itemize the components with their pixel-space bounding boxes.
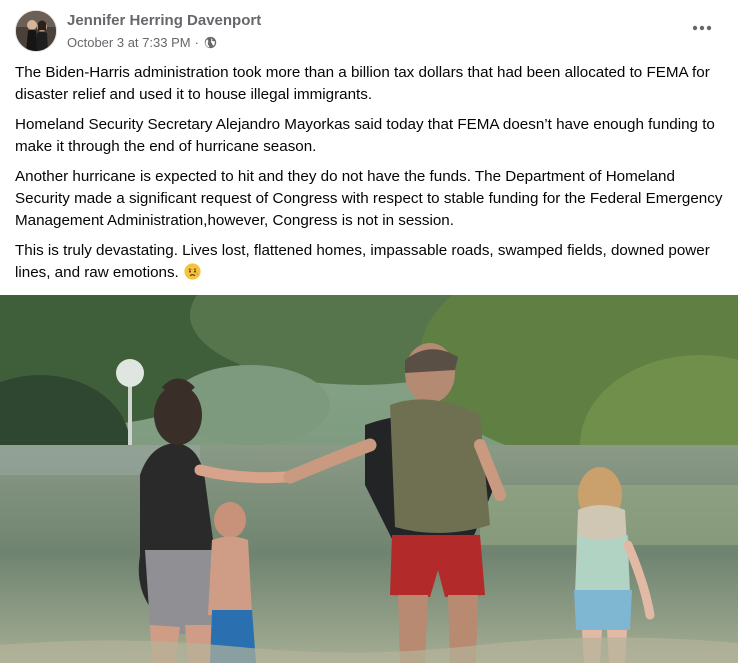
author-name[interactable]: Jennifer Herring Davenport bbox=[67, 12, 261, 29]
facebook-post: Jennifer Herring Davenport October 3 at … bbox=[0, 0, 738, 663]
globe-icon[interactable] bbox=[204, 36, 217, 49]
post-photo[interactable] bbox=[0, 295, 738, 663]
post-paragraph: Homeland Security Secretary Alejandro Ma… bbox=[15, 116, 715, 155]
post-paragraph: The Biden-Harris administration took mor… bbox=[15, 64, 710, 103]
post-paragraph: Another hurricane is expected to hit and… bbox=[15, 168, 723, 229]
avatar[interactable] bbox=[15, 10, 57, 52]
post-paragraph: This is truly devastating. Lives lost, f… bbox=[15, 242, 710, 281]
more-options-button[interactable] bbox=[684, 12, 720, 44]
post-text: The Biden-Harris administration took mor… bbox=[15, 62, 727, 292]
profile-photo bbox=[16, 11, 56, 51]
post-timestamp[interactable]: October 3 at 7:33 PM bbox=[67, 35, 191, 50]
flood-scene-image bbox=[0, 295, 738, 663]
post-meta: October 3 at 7:33 PM · bbox=[67, 35, 217, 50]
post-header: Jennifer Herring Davenport October 3 at … bbox=[0, 0, 738, 62]
meta-separator: · bbox=[194, 35, 199, 50]
post-paragraph-last: This is truly devastating. Lives lost, f… bbox=[15, 240, 727, 284]
more-options-icon bbox=[692, 25, 712, 31]
sad-but-relieved-face-emoji bbox=[184, 263, 201, 280]
